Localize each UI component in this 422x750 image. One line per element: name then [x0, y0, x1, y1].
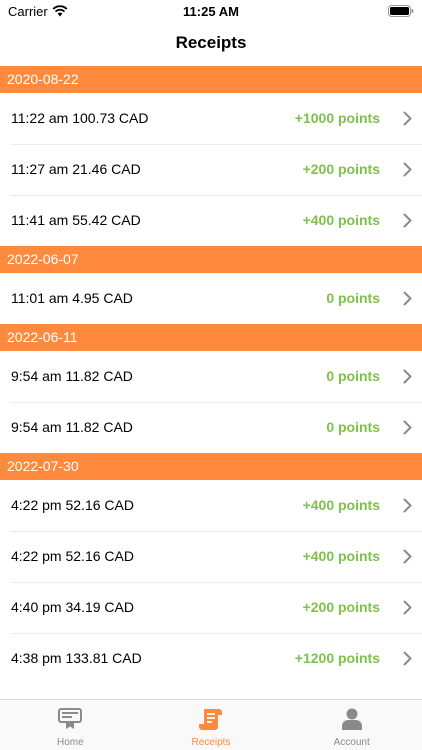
section-date-header: 2022-06-11 — [0, 324, 422, 351]
receipt-summary: 4:38 pm 133.81 CAD — [11, 650, 142, 666]
page-title: Receipts — [175, 33, 247, 52]
receipt-summary: 11:22 am 100.73 CAD — [11, 110, 149, 126]
points-label: 0 points — [326, 419, 380, 435]
points-label: +200 points — [302, 599, 380, 615]
chevron-right-icon — [403, 549, 412, 564]
tab-label: Home — [56, 737, 84, 748]
receipt-row[interactable]: 11:27 am 21.46 CAD +200 points — [0, 144, 422, 195]
receipt-summary: 9:54 am 11.82 CAD — [11, 368, 133, 384]
chevron-right-icon — [403, 162, 412, 177]
points-label: +400 points — [302, 548, 380, 564]
receipt-summary: 4:22 pm 52.16 CAD — [11, 497, 134, 513]
section-date-header: 2020-08-22 — [0, 66, 422, 93]
points-label: +400 points — [302, 212, 380, 228]
receipt-summary: 9:54 am 11.82 CAD — [11, 419, 133, 435]
chevron-right-icon — [403, 291, 412, 306]
receipt-row[interactable]: 9:54 am 11.82 CAD 0 points — [0, 351, 422, 402]
tab-label: Account — [333, 737, 370, 748]
points-label: +400 points — [302, 497, 380, 513]
tab-label: Receipts — [191, 737, 231, 748]
receipt-list: 2020-08-22 11:22 am 100.73 CAD +1000 point… — [0, 66, 422, 684]
points-label: +1000 points — [294, 110, 380, 126]
receipt-icon — [199, 709, 222, 730]
receipt-row[interactable]: 11:41 am 55.42 CAD +400 points — [0, 195, 422, 246]
points-label: +1200 points — [294, 650, 380, 666]
receipt-row[interactable]: 11:22 am 100.73 CAD +1000 points — [0, 93, 422, 144]
tab-receipts[interactable]: Receipts — [141, 700, 282, 750]
tab-bar: Home Receipts Account — [0, 699, 422, 750]
receipt-summary: 11:27 am 21.46 CAD — [11, 161, 141, 177]
receipt-summary: 11:01 am 4.95 CAD — [11, 290, 133, 306]
points-label: 0 points — [326, 290, 380, 306]
chevron-right-icon — [403, 213, 412, 228]
receipt-summary: 4:22 pm 52.16 CAD — [11, 548, 134, 564]
chevron-right-icon — [403, 420, 412, 435]
tab-account[interactable]: Account — [281, 700, 422, 750]
chevron-right-icon — [403, 369, 412, 384]
account-icon — [341, 708, 362, 730]
points-label: +200 points — [302, 161, 380, 177]
receipt-row[interactable]: 9:54 am 11.82 CAD 0 points — [0, 402, 422, 453]
receipt-row[interactable]: 4:22 pm 52.16 CAD +400 points — [0, 531, 422, 582]
receipt-summary: 4:40 pm 34.19 CAD — [11, 599, 134, 615]
status-time: 11:25 AM — [183, 4, 239, 19]
points-label: 0 points — [326, 368, 380, 384]
receipt-row[interactable]: 4:40 pm 34.19 CAD +200 points — [0, 582, 422, 633]
section-date-header: 2022-07-30 — [0, 453, 422, 480]
home-icon — [58, 708, 83, 729]
chevron-right-icon — [403, 111, 412, 126]
receipt-row[interactable]: 11:01 am 4.95 CAD 0 points — [0, 273, 422, 324]
chevron-right-icon — [403, 498, 412, 513]
section-date-header: 2022-06-07 — [0, 246, 422, 273]
tab-home[interactable]: Home — [0, 700, 141, 750]
receipt-row[interactable]: 4:38 pm 133.81 CAD +1200 points — [0, 633, 422, 684]
receipt-summary: 11:41 am 55.42 CAD — [11, 212, 141, 228]
chevron-right-icon — [403, 651, 412, 666]
receipt-row[interactable]: 4:22 pm 52.16 CAD +400 points — [0, 480, 422, 531]
status-bar: Carrier 11:25 AM — [0, 0, 422, 24]
chevron-right-icon — [403, 600, 412, 615]
battery-icon — [388, 5, 414, 17]
